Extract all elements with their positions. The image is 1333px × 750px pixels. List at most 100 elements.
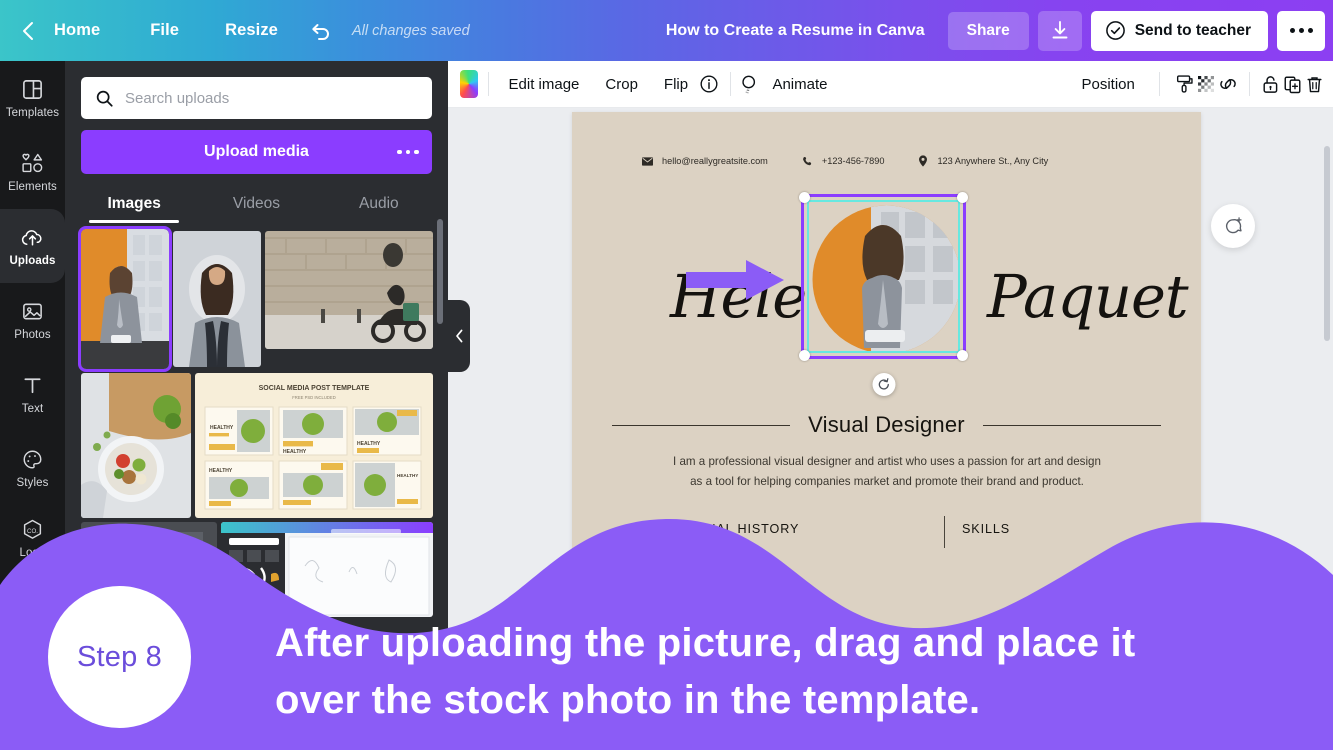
sidebar-item-templates[interactable]: Templates <box>0 61 65 135</box>
search-uploads-field[interactable] <box>81 77 432 119</box>
location-pin-icon <box>918 155 928 167</box>
info-icon[interactable] <box>698 67 720 101</box>
arrow-right-cursor-icon <box>684 256 786 309</box>
collapse-panel-button[interactable] <box>448 300 470 372</box>
send-to-teacher-label: Send to teacher <box>1134 21 1251 39</box>
search-input[interactable] <box>125 89 418 107</box>
animate-icon[interactable] <box>740 67 762 101</box>
step-badge: Step 8 <box>48 586 191 728</box>
send-to-teacher-button[interactable]: Send to teacher <box>1090 10 1268 51</box>
uploads-tabs: Images Videos Audio <box>73 186 440 223</box>
sidebar-label: Photos <box>14 329 51 341</box>
duplicate-icon[interactable] <box>1282 67 1304 101</box>
resume-page[interactable]: hello@reallygreatsite.com +123-456-7890 … <box>572 112 1201 672</box>
address-text: 123 Anywhere St., Any City <box>937 156 1049 166</box>
resize-handle-top-left[interactable] <box>799 192 810 203</box>
top-header-bar: Home File Resize All changes saved How t… <box>0 0 1333 61</box>
document-title[interactable]: How to Create a Resume in Canva <box>666 22 925 40</box>
link-icon[interactable] <box>1217 67 1239 101</box>
templates-icon <box>21 77 44 102</box>
undo-icon[interactable] <box>304 16 338 46</box>
upload-media-button[interactable]: Upload media <box>81 130 432 174</box>
zoom-slider[interactable] <box>1213 579 1272 583</box>
sidebar-label: Text <box>21 403 44 415</box>
rotate-handle[interactable] <box>872 373 895 396</box>
trash-icon[interactable] <box>1303 67 1325 101</box>
file-menu-button[interactable]: File <box>136 14 193 47</box>
resize-handle-bottom-right[interactable] <box>957 350 968 361</box>
sidebar-item-uploads[interactable]: Uploads <box>0 209 65 283</box>
tab-videos[interactable]: Videos <box>195 186 317 223</box>
sidebar-item-photos[interactable]: Photos <box>0 283 65 357</box>
svg-text:FREE PSD INCLUDED: FREE PSD INCLUDED <box>292 395 336 400</box>
svg-text:HEALTHY: HEALTHY <box>357 441 381 447</box>
cloud-upload-icon <box>20 225 45 250</box>
upload-more-menu-button[interactable] <box>384 130 432 174</box>
save-status-label: All changes saved <box>351 22 470 39</box>
share-button[interactable]: Share <box>947 11 1029 50</box>
svg-text:HEALTHY: HEALTHY <box>209 468 233 474</box>
section-title-education[interactable]: EDUCATIONAL HISTORY <box>635 522 799 536</box>
section-title-skills[interactable]: SKILLS <box>962 522 1010 536</box>
toolbar-divider <box>1158 72 1160 96</box>
lock-icon[interactable] <box>1260 67 1282 101</box>
edit-image-button[interactable]: Edit image <box>499 69 590 100</box>
header-right-group: How to Create a Resume in Canva Share Se… <box>666 0 1325 61</box>
add-comment-button[interactable] <box>1211 204 1255 248</box>
phone-text: +123-456-7890 <box>821 156 885 166</box>
contact-phone: +123-456-7890 <box>802 156 885 167</box>
ellipsis-icon <box>1289 28 1313 33</box>
header-more-menu-button[interactable] <box>1277 10 1325 51</box>
svg-text:HEALTHY: HEALTHY <box>397 473 418 478</box>
home-button[interactable]: Home <box>40 14 114 47</box>
sidebar-label: Templates <box>5 107 60 119</box>
upload-thumbnail[interactable] <box>221 522 433 617</box>
instruction-caption: After uploading the picture, drag and pl… <box>275 615 1245 729</box>
tab-label: Images <box>107 195 161 212</box>
sidebar-item-elements[interactable]: Elements <box>0 135 65 209</box>
sidebar-item-text[interactable]: Text <box>0 357 65 431</box>
role-divider-right <box>982 424 1161 426</box>
animate-button[interactable]: Animate <box>762 69 837 100</box>
canvas-scrollbar[interactable] <box>1324 146 1330 341</box>
email-text: hello@reallygreatsite.com <box>662 156 768 166</box>
text-icon <box>21 373 44 398</box>
elements-icon <box>20 151 45 176</box>
selected-photo-frame[interactable] <box>799 192 968 396</box>
contact-address: 123 Anywhere St., Any City <box>918 155 1048 167</box>
resume-sections-row: EDUCATIONAL HISTORY SKILLS <box>572 516 1201 556</box>
uploads-panel-scrollbar[interactable] <box>437 219 443 324</box>
toolbar-divider <box>1249 72 1250 96</box>
crop-boundary <box>807 200 960 353</box>
position-button[interactable]: Position <box>1071 69 1144 100</box>
back-chevron-icon[interactable] <box>14 18 40 44</box>
crop-button[interactable]: Crop <box>595 69 648 100</box>
transparency-icon[interactable] <box>1196 67 1218 101</box>
flip-button[interactable]: Flip <box>654 69 698 100</box>
upload-media-label: Upload media <box>204 143 309 160</box>
bio-line-1: I am a professional visual designer and … <box>673 455 1101 468</box>
upload-thumbnail[interactable] <box>265 231 433 349</box>
resize-button[interactable]: Resize <box>211 14 292 47</box>
upload-thumbnail[interactable] <box>78 226 172 372</box>
resume-bio[interactable]: I am a professional visual designer and … <box>632 452 1142 492</box>
tab-images[interactable]: Images <box>73 186 195 223</box>
styles-palette-icon <box>21 447 44 472</box>
editor-toolbar: Edit image Crop Flip Animate Position <box>448 61 1333 108</box>
sidebar-item-styles[interactable]: Styles <box>0 431 65 505</box>
sidebar-item-logo[interactable]: CO. Logo <box>0 505 65 571</box>
sidebar-label: Elements <box>8 181 57 193</box>
resize-handle-top-right[interactable] <box>957 192 968 203</box>
selected-image-thumbnail[interactable] <box>460 70 478 98</box>
resize-handle-bottom-left[interactable] <box>799 350 810 361</box>
resume-last-name[interactable]: Paquet <box>987 262 1189 331</box>
upload-thumbnail[interactable] <box>81 373 191 518</box>
upload-thumbnail[interactable]: SOCIAL MEDIA POST TEMPLATE FREE PSD INCL… <box>195 373 433 518</box>
section-divider <box>944 516 945 548</box>
tab-audio[interactable]: Audio <box>318 186 440 223</box>
upload-thumbnail[interactable] <box>173 231 261 367</box>
paint-roller-icon[interactable] <box>1174 67 1196 101</box>
resume-role[interactable]: Visual Designer <box>790 412 983 438</box>
download-icon[interactable] <box>1037 10 1082 51</box>
toolbar-divider <box>487 72 489 96</box>
